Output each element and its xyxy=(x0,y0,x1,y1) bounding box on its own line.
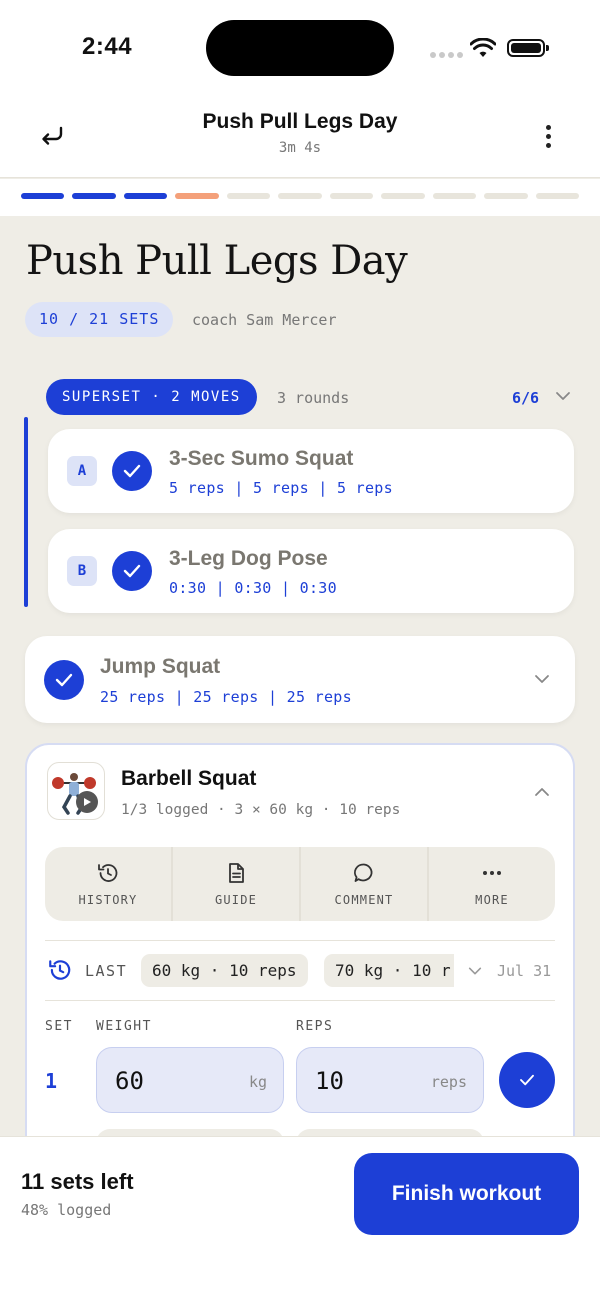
check-icon xyxy=(520,1074,534,1086)
exercise-reps: 0:30 | 0:30 | 0:30 xyxy=(169,579,337,597)
weight-value: 60 xyxy=(115,1067,144,1095)
reps-value: 10 xyxy=(315,1067,344,1095)
workout-title: Push Pull Legs Day xyxy=(26,238,408,284)
progress-segment xyxy=(381,193,425,199)
set-number: 1 xyxy=(45,1069,58,1093)
exercise-card-barbell-squat: Barbell Squat 1/3 logged · 3 × 60 kg · 1… xyxy=(25,743,575,1203)
chevron-down-icon[interactable] xyxy=(554,387,572,405)
superset-bracket xyxy=(24,417,28,607)
exercise-meta: 1/3 logged · 3 × 60 kg · 10 reps xyxy=(121,802,401,818)
divider xyxy=(45,940,555,941)
reps-input[interactable]: 10 reps xyxy=(296,1047,484,1113)
superset-progress: 6/6 xyxy=(512,389,540,407)
guide-button[interactable]: GUIDE xyxy=(171,847,299,921)
progress-segment xyxy=(226,193,271,199)
exercise-letter: A xyxy=(67,456,97,486)
history-icon xyxy=(98,864,118,882)
status-time: 2:44 xyxy=(82,33,133,60)
more-options-button[interactable] xyxy=(530,118,566,154)
comment-icon xyxy=(354,863,373,882)
exercise-card-jump-squat[interactable]: Jump Squat 25 reps | 25 reps | 25 reps xyxy=(25,636,575,723)
completed-check-icon[interactable] xyxy=(112,551,152,591)
history-button[interactable]: HISTORY xyxy=(45,847,171,921)
progress-segment xyxy=(72,193,116,199)
completed-check-icon[interactable] xyxy=(112,451,152,491)
signal-icon xyxy=(430,52,463,58)
reps-unit: reps xyxy=(430,1073,467,1091)
column-header-reps: REPS xyxy=(296,1019,334,1034)
column-header-set: SET xyxy=(45,1019,73,1034)
last-session-date: Jul 31 xyxy=(497,962,552,980)
tool-label: GUIDE xyxy=(214,893,258,907)
chevron-down-icon[interactable] xyxy=(533,670,551,688)
status-bar: 2:44 xyxy=(0,0,600,96)
play-icon[interactable] xyxy=(76,791,98,813)
sets-left: 11 sets left xyxy=(21,1169,134,1194)
battery-icon xyxy=(507,39,549,57)
progress-segment xyxy=(329,193,374,199)
document-icon xyxy=(229,863,244,883)
progress-segment xyxy=(21,193,65,199)
last-session-label: LAST xyxy=(85,962,128,980)
elapsed-time: 3m 4s xyxy=(278,140,322,156)
exercise-letter: B xyxy=(67,556,97,586)
progress-segment xyxy=(535,193,579,199)
superset-exercise-card[interactable]: B 3-Leg Dog Pose 0:30 | 0:30 | 0:30 xyxy=(48,529,574,613)
sets-count-badge: 10 / 21 SETS xyxy=(25,302,174,337)
exercise-video-thumbnail[interactable] xyxy=(47,762,105,820)
progress-segment xyxy=(123,193,168,199)
superset-exercise-card[interactable]: A 3-Sec Sumo Squat 5 reps | 5 reps | 5 r… xyxy=(48,429,574,513)
superset-rounds: 3 rounds xyxy=(277,389,350,407)
exercise-name: 3-Sec Sumo Squat xyxy=(169,447,354,470)
exercise-name: Barbell Squat xyxy=(121,767,257,790)
history-icon xyxy=(49,960,71,980)
tool-label: HISTORY xyxy=(78,893,138,907)
last-session-chip[interactable]: 70 kg · 10 r xyxy=(324,954,454,987)
column-header-weight: WEIGHT xyxy=(96,1019,152,1034)
complete-set-button[interactable] xyxy=(499,1052,555,1108)
workout-progress xyxy=(0,179,600,216)
last-session-chip[interactable]: 60 kg · 10 reps xyxy=(141,954,308,987)
nav-header: Push Pull Legs Day 3m 4s xyxy=(0,96,600,178)
logged-percent: 48% logged xyxy=(21,1201,112,1219)
exercise-reps: 25 reps | 25 reps | 25 reps xyxy=(100,688,352,706)
exercise-reps: 5 reps | 5 reps | 5 reps xyxy=(169,479,393,497)
more-icon xyxy=(483,871,501,875)
comment-button[interactable]: COMMENT xyxy=(299,847,427,921)
progress-segment xyxy=(484,193,528,199)
more-button[interactable]: MORE xyxy=(427,847,555,921)
dynamic-island xyxy=(206,20,394,76)
progress-segment xyxy=(278,193,322,199)
exercise-tools: HISTORY GUIDE COMMENT MORE xyxy=(45,847,555,921)
progress-segment xyxy=(175,193,219,199)
divider xyxy=(45,1000,555,1001)
exercise-name: 3-Leg Dog Pose xyxy=(169,547,328,570)
chevron-up-icon[interactable] xyxy=(533,783,551,801)
chevron-down-icon[interactable] xyxy=(467,963,483,979)
nav-title: Push Pull Legs Day xyxy=(202,110,398,133)
bottom-bar: 11 sets left 48% logged Finish workout xyxy=(0,1136,600,1304)
tool-label: COMMENT xyxy=(334,893,394,907)
barbell-squat-illustration xyxy=(52,773,96,815)
wifi-icon xyxy=(470,38,496,57)
exercise-name: Jump Squat xyxy=(100,655,221,678)
weight-unit: kg xyxy=(248,1073,267,1091)
superset-badge: SUPERSET · 2 MOVES xyxy=(46,379,257,415)
coach-name: coach Sam Mercer xyxy=(192,311,337,329)
weight-input[interactable]: 60 kg xyxy=(96,1047,284,1113)
finish-workout-button[interactable]: Finish workout xyxy=(354,1153,579,1235)
progress-segment xyxy=(432,193,477,199)
tool-label: MORE xyxy=(475,893,509,907)
completed-check-icon[interactable] xyxy=(44,660,84,700)
